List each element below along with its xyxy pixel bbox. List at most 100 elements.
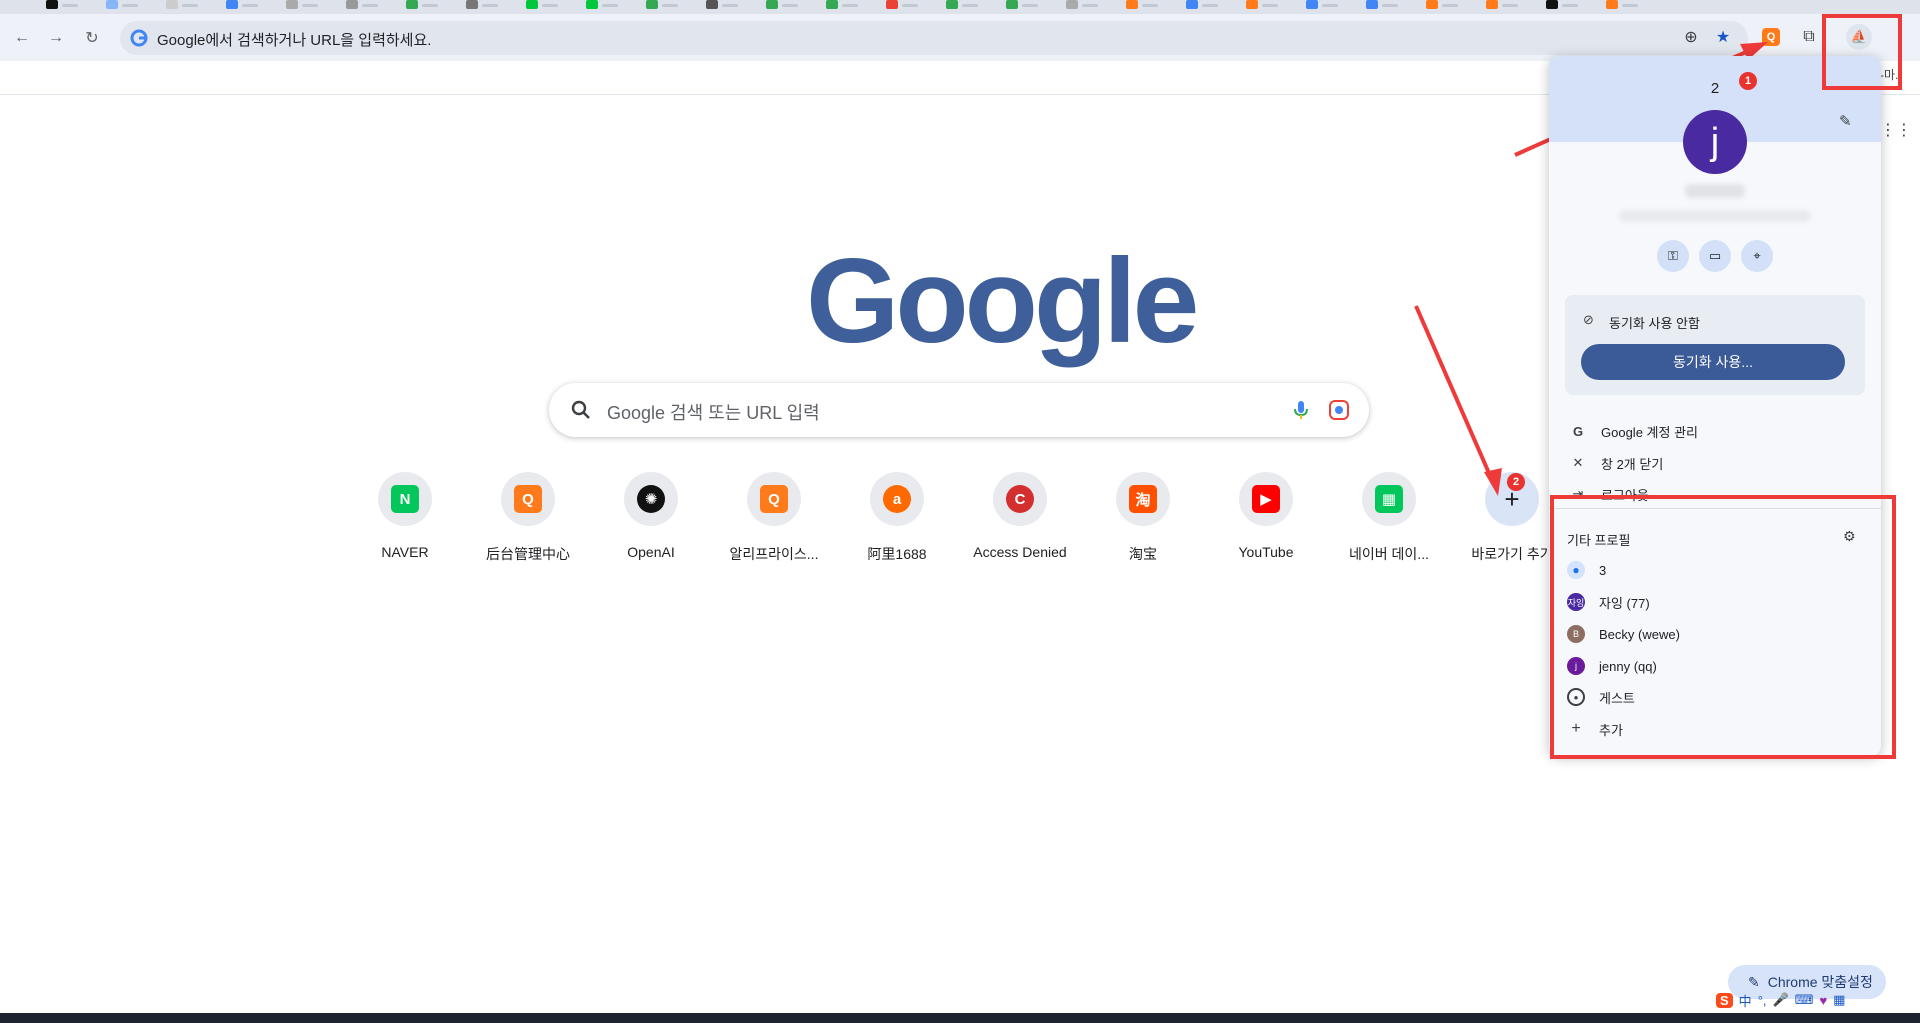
credit-card-icon: ▭: [1708, 248, 1722, 263]
shortcut-label: 淘宝: [1129, 546, 1157, 562]
browser-tab[interactable]: [40, 0, 84, 12]
browser-tab[interactable]: [220, 0, 264, 12]
chinese-mode-icon[interactable]: 中: [1739, 991, 1752, 1010]
arrow-right-icon: →: [48, 29, 64, 46]
apps-grid-icon[interactable]: ⋮⋮: [1880, 120, 1912, 140]
address-bar[interactable]: Google에서 검색하거나 URL을 입력하세요.: [120, 21, 1748, 55]
ime-tray: S 中 °, 🎤 ⌨ ♥ ▦: [1716, 987, 1845, 1013]
browser-tab[interactable]: [1420, 0, 1464, 12]
tab-title: [782, 4, 798, 7]
shortcut-icon-circle: N: [378, 472, 432, 526]
edit-pencil-icon[interactable]: ✎: [1839, 112, 1852, 130]
shortcut-tile[interactable]: a 阿里1688: [835, 472, 959, 572]
bookmark-star-icon[interactable]: ★: [1710, 24, 1736, 50]
tab-favicon: [106, 0, 118, 9]
payment-button[interactable]: ▭: [1699, 240, 1731, 272]
browser-tab[interactable]: [820, 0, 864, 12]
extensions-button[interactable]: ⧉: [1796, 24, 1822, 50]
search-icon: [571, 400, 590, 419]
menu-item[interactable]: G Google 계정 관리: [1567, 420, 1698, 442]
tab-favicon: [1366, 0, 1378, 9]
taskbar: [0, 1013, 1920, 1023]
browser-tab[interactable]: [400, 0, 444, 12]
tab-title: [1262, 4, 1278, 7]
google-logo: Google: [806, 234, 1199, 368]
browser-tab[interactable]: [1000, 0, 1044, 12]
shortcut-tile[interactable]: ▦ 네이버 데이...: [1327, 472, 1451, 572]
shortcut-label: OpenAI: [627, 544, 675, 560]
tab-title: [1202, 4, 1218, 7]
shortcut-tile[interactable]: N NAVER: [343, 472, 467, 572]
browser-tab[interactable]: [1540, 0, 1584, 12]
shortcut-tile[interactable]: 淘淘宝: [1081, 472, 1205, 572]
browser-tab[interactable]: [640, 0, 684, 12]
naver-icon: N: [391, 485, 419, 513]
browser-tab[interactable]: [160, 0, 204, 12]
shortcut-label: NAVER: [381, 544, 429, 560]
browser-tab[interactable]: [1480, 0, 1524, 12]
passwords-button[interactable]: ⚿: [1657, 240, 1689, 272]
turn-on-sync-button[interactable]: 동기화 사용...: [1581, 344, 1845, 380]
tab-title: [1322, 4, 1338, 7]
google-lens-icon[interactable]: [1327, 398, 1351, 422]
shortcut-tile[interactable]: ✺ OpenAI: [589, 472, 713, 572]
forward-button[interactable]: →: [42, 24, 70, 52]
browser-tab[interactable]: [1360, 0, 1404, 12]
shortcut-icon-circle: C: [993, 472, 1047, 526]
microphone-icon[interactable]: [1289, 398, 1313, 422]
punctuation-icon[interactable]: °,: [1758, 993, 1767, 1008]
menu-item[interactable]: ✕ 창 2개 닫기: [1567, 452, 1664, 474]
sogou-icon[interactable]: S: [1716, 992, 1733, 1008]
location-pin-icon: ⌖: [1753, 248, 1761, 263]
browser-tab[interactable]: [1120, 0, 1164, 12]
browser-tab[interactable]: [940, 0, 984, 12]
puzzle-icon: ⧉: [1803, 28, 1815, 45]
browser-tab[interactable]: [100, 0, 144, 12]
toolbox-icon[interactable]: ▦: [1833, 992, 1845, 1008]
tab-title: [122, 4, 138, 7]
browser-tab[interactable]: [1240, 0, 1284, 12]
extension-search-button[interactable]: Q: [1758, 24, 1784, 50]
tab-favicon: [1426, 0, 1438, 9]
tab-title: [602, 4, 618, 7]
tab-title: [1082, 4, 1098, 7]
tab-favicon: [1006, 0, 1018, 9]
tab-title: [1382, 4, 1398, 7]
shortcut-icon-circle: 淘: [1116, 472, 1170, 526]
reload-button[interactable]: ↻: [78, 24, 106, 52]
shortcut-tile[interactable]: Q 后台管理中心: [466, 472, 590, 572]
microphone-icon[interactable]: 🎤: [1773, 992, 1789, 1008]
tab-title: [242, 4, 258, 7]
shortcut-label: YouTube: [1238, 544, 1294, 560]
tab-title: [182, 4, 198, 7]
browser-tab[interactable]: [1300, 0, 1344, 12]
back-button[interactable]: ←: [8, 24, 36, 52]
shortcut-label: 后台管理中心: [486, 546, 570, 562]
browser-tab[interactable]: [700, 0, 744, 12]
browser-tab[interactable]: [460, 0, 504, 12]
tab-favicon: [766, 0, 778, 9]
keyboard-icon[interactable]: ⌨: [1795, 992, 1814, 1008]
zoom-icon[interactable]: ⊕: [1678, 24, 1704, 50]
skin-icon[interactable]: ♥: [1819, 993, 1827, 1008]
shortcut-tile[interactable]: C Access Denied: [958, 472, 1082, 572]
tab-favicon: [466, 0, 478, 9]
browser-tab[interactable]: [1060, 0, 1104, 12]
addresses-button[interactable]: ⌖: [1741, 240, 1773, 272]
browser-tab[interactable]: [580, 0, 624, 12]
browser-tab[interactable]: [280, 0, 324, 12]
google-g-icon: G: [1572, 423, 1584, 439]
arrow-left-icon: ←: [14, 29, 30, 46]
tab-favicon: [1546, 0, 1558, 9]
tab-title: [722, 4, 738, 7]
browser-tab[interactable]: [1180, 0, 1224, 12]
youtube-icon: ▶: [1252, 485, 1280, 513]
shortcut-tile[interactable]: ▶ YouTube: [1204, 472, 1328, 572]
browser-tab[interactable]: [520, 0, 564, 12]
browser-tab[interactable]: [340, 0, 384, 12]
browser-tab[interactable]: [1600, 0, 1644, 12]
browser-tab[interactable]: [880, 0, 924, 12]
search-box[interactable]: Google 검색 또는 URL 입력: [549, 383, 1369, 437]
browser-tab[interactable]: [760, 0, 804, 12]
shortcut-tile[interactable]: Q 알리프라이스...: [712, 472, 836, 572]
